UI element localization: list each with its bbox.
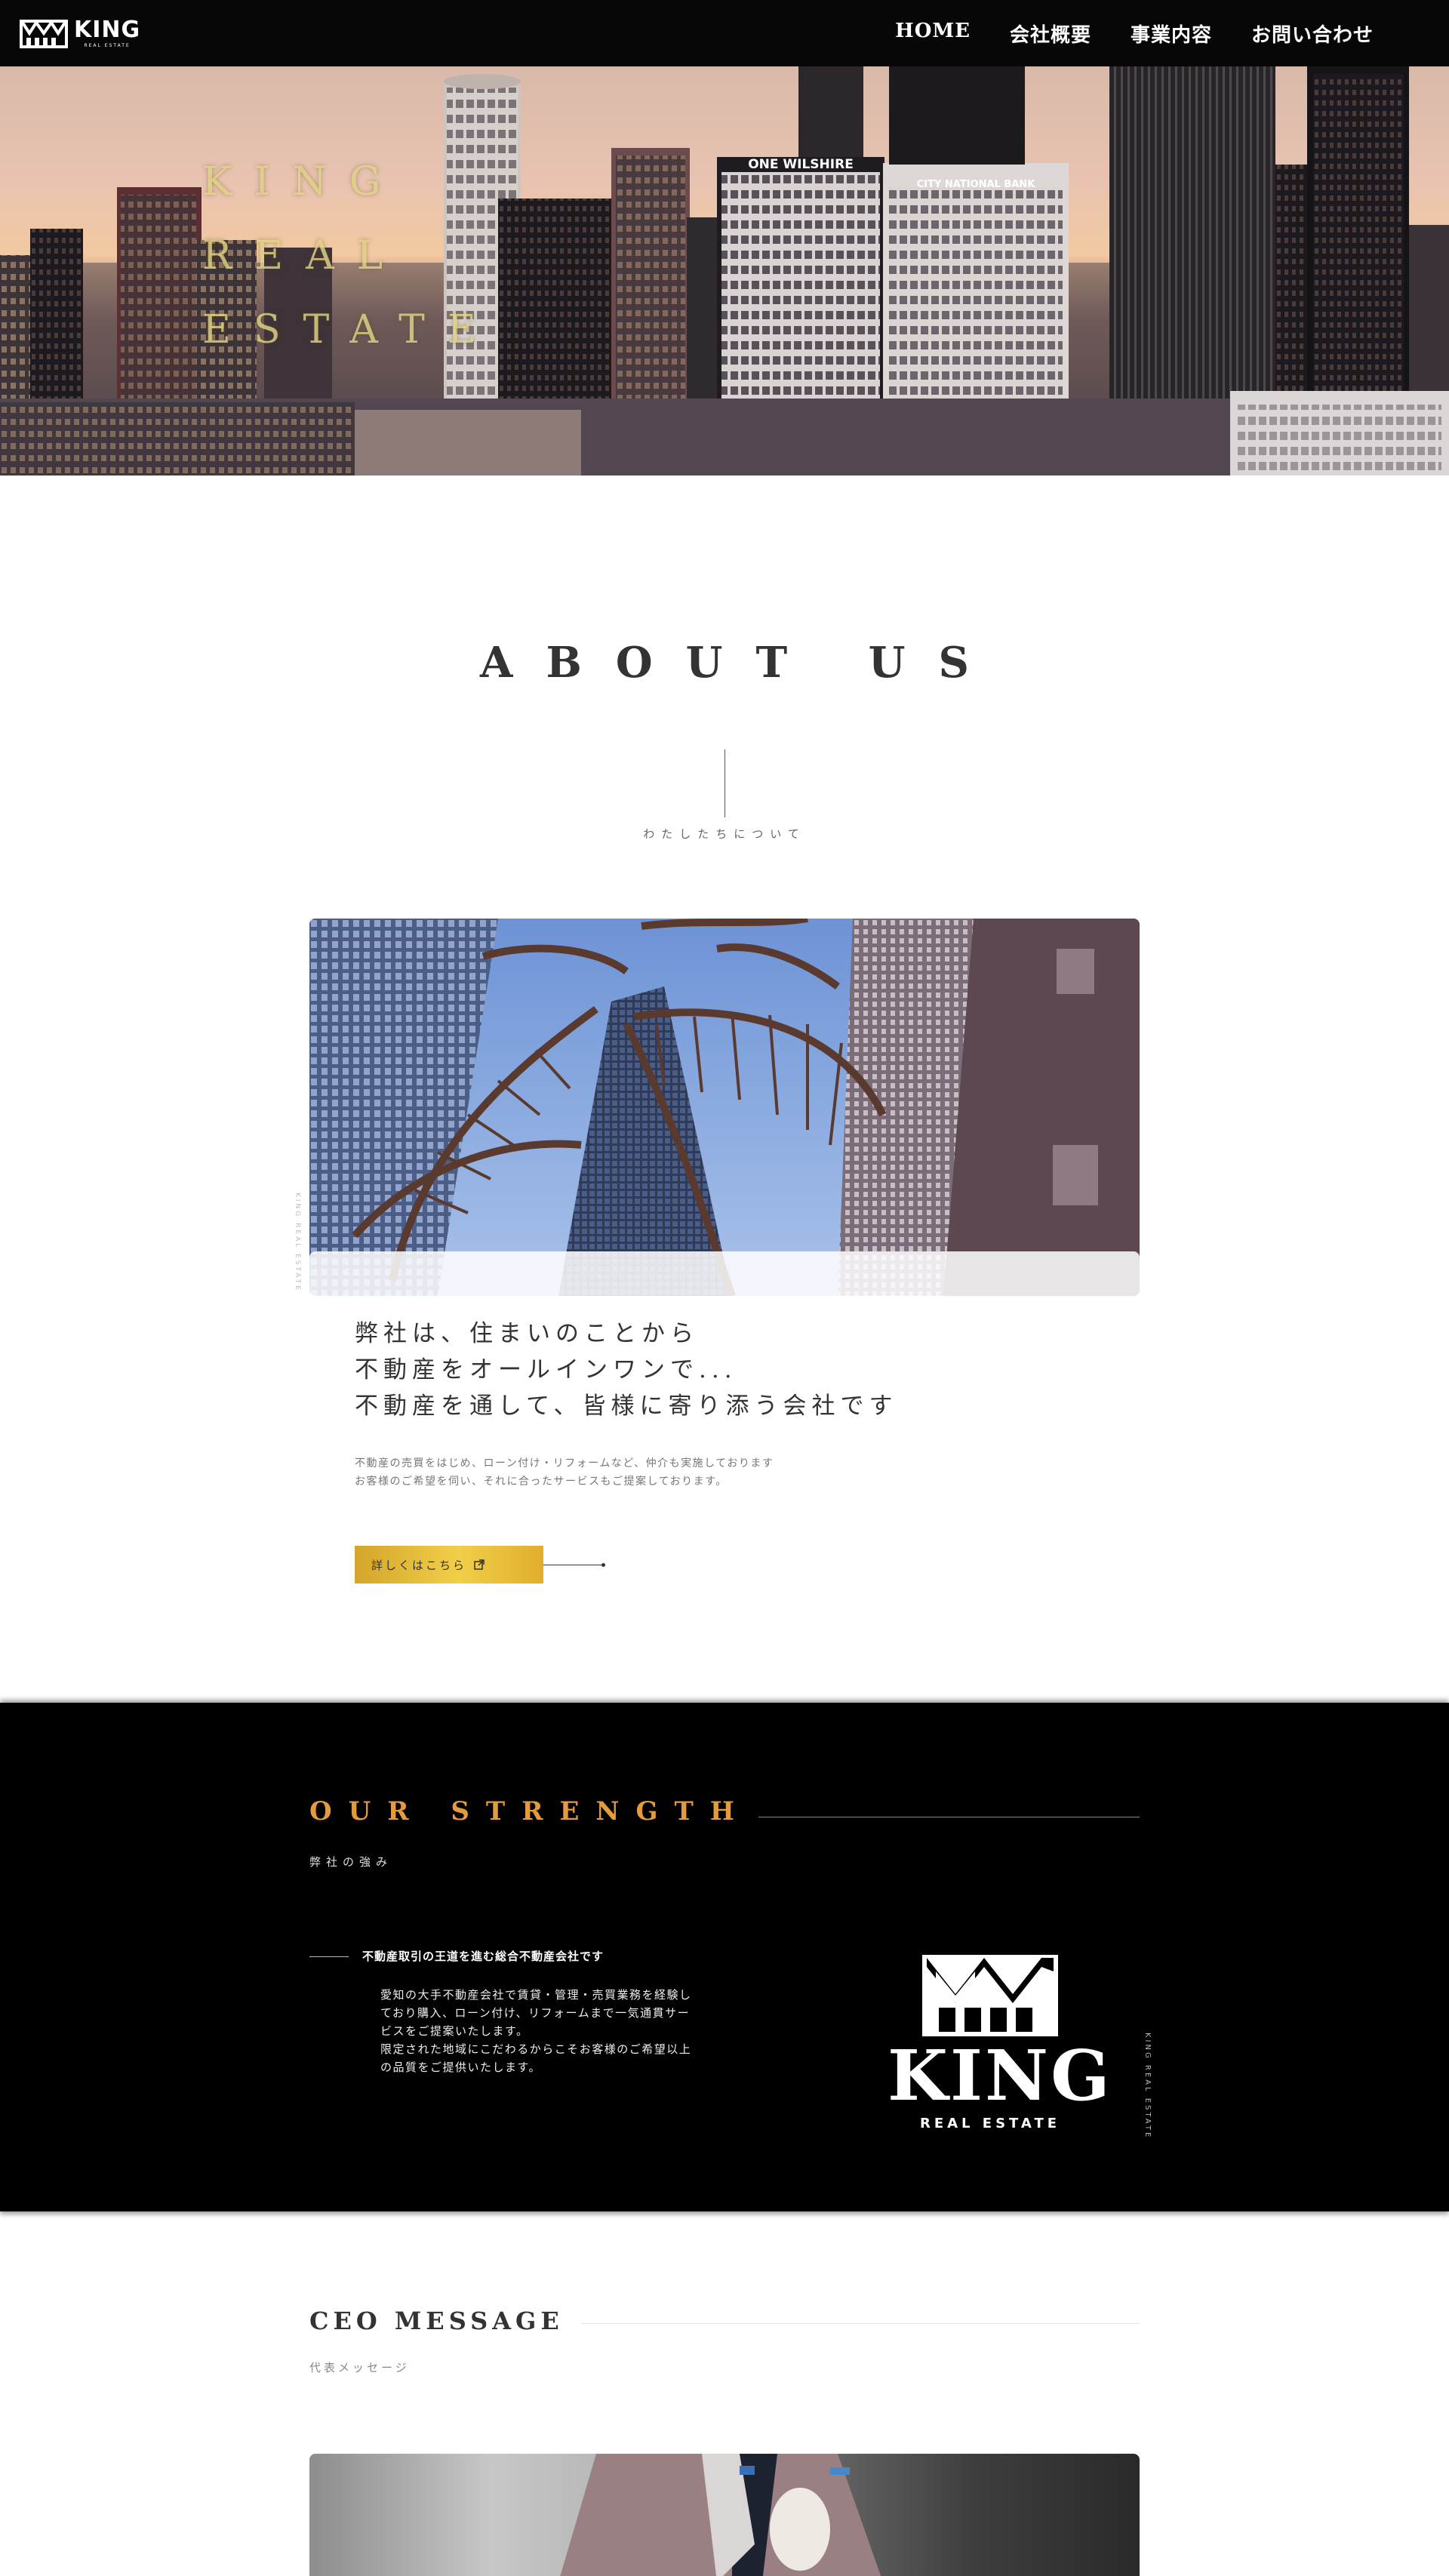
about-heading-line: 不動産をオールインワンで...	[355, 1356, 737, 1383]
main-nav: HOME 会社概要 事業内容 お問い合わせ	[895, 20, 1374, 48]
strength-lead-dash	[309, 1956, 349, 1957]
strength-body-line: ており購入、ローン付け、リフォームまで一気通貫サー	[380, 2006, 691, 2020]
nav-home[interactable]: HOME	[895, 20, 971, 48]
about-subtitle: わたしたちについて	[643, 827, 806, 841]
header-logo[interactable]: KING REAL ESTATE	[20, 18, 140, 48]
about-divider	[724, 749, 725, 817]
logo-wordmark: KING REAL ESTATE	[74, 16, 141, 48]
strength-body-line: 愛知の大手不動産会社で賃貸・管理・売買業務を経験し	[380, 1988, 692, 2002]
logo-text: KING	[74, 16, 141, 43]
button-arrow-dot	[601, 1563, 605, 1567]
external-link-icon	[474, 1559, 485, 1570]
about-heading: 弊社は、住まいのことから 不動産をオールインワンで... 不動産を通して、皆様に…	[355, 1316, 898, 1424]
nav-business[interactable]: 事業内容	[1131, 20, 1212, 48]
strength-side-text: KING REAL ESTATE	[1143, 2033, 1152, 2140]
ceo-subtitle: 代表メッセージ	[309, 2361, 410, 2374]
strength-body: 愛知の大手不動産会社で賃貸・管理・売買業務を経験し ており購入、ローン付け、リフ…	[380, 1986, 712, 2076]
site-header: KING REAL ESTATE HOME 会社概要 事業内容 お問い合わせ	[0, 0, 1449, 66]
strength-subtitle: 弊社の強み	[309, 1855, 393, 1869]
about-heading-line: 弊社は、住まいのことから	[355, 1320, 699, 1347]
about-side-text: KING REAL ESTATE	[294, 1193, 301, 1292]
sign-city-national-bank: CITY NATIONAL BANK	[917, 179, 1035, 190]
ceo-title: CEO MESSAGE	[309, 2307, 564, 2335]
strength-logo-text: KING	[888, 2035, 1112, 2116]
strength-lead: 不動産取引の王道を進む総合不動産会社です	[362, 1950, 605, 1963]
crown-icon	[20, 20, 68, 48]
strength-body-line: 限定された地域にこだわるからこそお客様のご希望以上	[380, 2042, 692, 2056]
strength-body-line: の品質をご提供いたします。	[380, 2060, 542, 2074]
strength-body-line: ビスをご提案いたします。	[380, 2024, 529, 2038]
nav-company[interactable]: 会社概要	[1010, 20, 1091, 48]
about-body-line: 不動産の売買をはじめ、ローン付け・リフォームなど、仲介も実施しております	[355, 1457, 774, 1470]
skyscraper-photo	[309, 919, 1140, 1296]
about-title: ABOUT US	[480, 638, 1002, 688]
ceo-photo	[309, 2454, 1140, 2576]
about-body: 不動産の売買をはじめ、ローン付け・リフォームなど、仲介も実施しております お客様…	[355, 1454, 774, 1491]
hero-title-line: ESTATE	[202, 307, 499, 352]
logo-subtext: REAL ESTATE	[84, 42, 131, 48]
nav-contact[interactable]: お問い合わせ	[1251, 20, 1374, 48]
hero-title-line: KING	[202, 159, 404, 205]
hero-banner: ONE WILSHIRE CITY NATIONAL BANK KING REA…	[0, 66, 1449, 475]
about-card	[309, 1251, 1140, 1297]
about-image	[309, 919, 1140, 1296]
strength-logo-subtext: REAL ESTATE	[919, 2116, 1061, 2131]
details-button-label: 詳しくはこちら	[371, 1558, 467, 1572]
ceo-portrait	[560, 2454, 881, 2576]
strength-title: OUR STRENGTH	[309, 1796, 751, 1827]
about-heading-line: 不動産を通して、皆様に寄り添う会社です	[355, 1393, 898, 1420]
crown-logo-icon	[922, 1955, 1058, 2036]
strength-section: OUR STRENGTH 弊社の強み 不動産取引の王道を進む総合不動産会社です …	[0, 1703, 1449, 2211]
hero-title-line: REAL	[202, 233, 406, 279]
sign-one-wilshire: ONE WILSHIRE	[748, 157, 854, 172]
details-button[interactable]: 詳しくはこちら	[355, 1546, 543, 1583]
hero-title: KING REAL ESTATE	[202, 145, 499, 367]
ceo-divider	[581, 2323, 1140, 2324]
about-body-line: お客様のご希望を伺い、それに合ったサービスもご提案しております。	[355, 1476, 728, 1488]
